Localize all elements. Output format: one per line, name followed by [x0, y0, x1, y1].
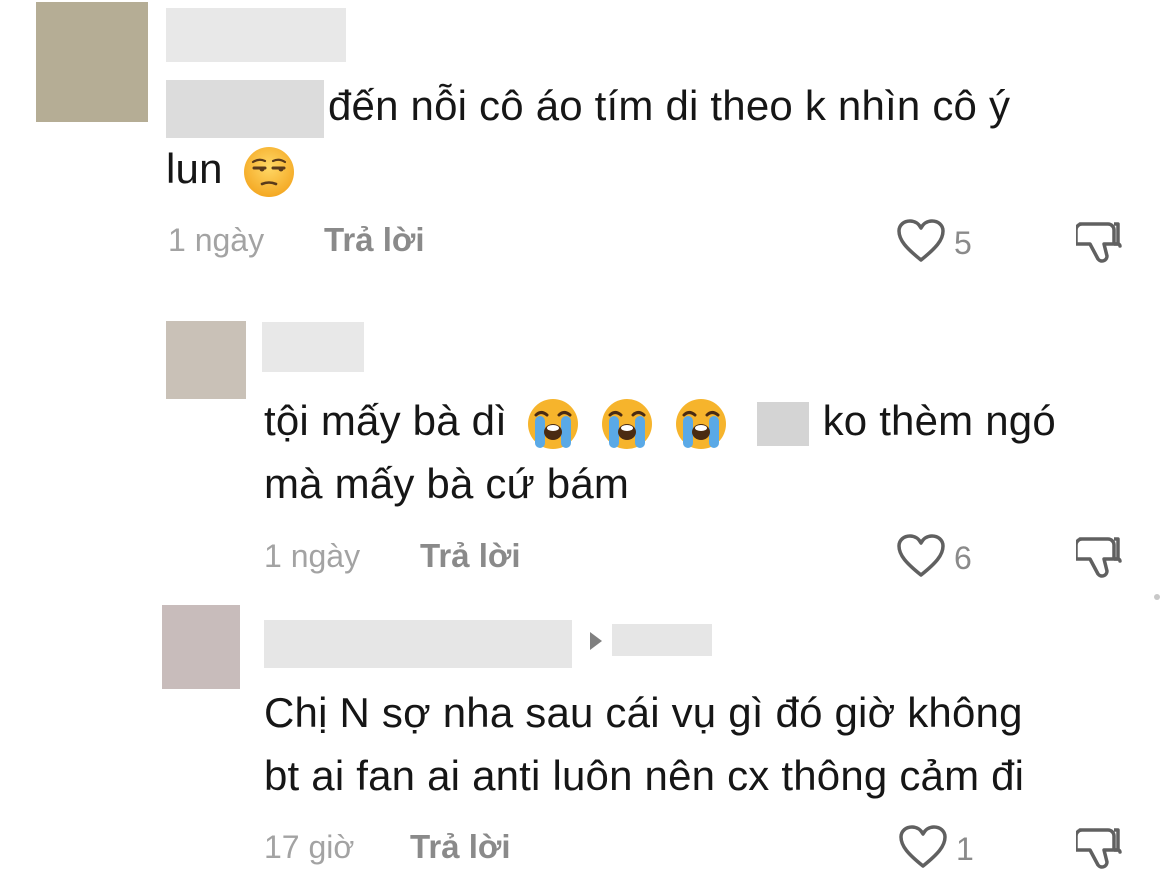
like-count: 5 — [954, 225, 972, 261]
reply-button[interactable]: Trả lời — [410, 828, 511, 866]
comment-text: tội mấy bà dì ko thèm ngó mà mấy bà cứ b… — [264, 389, 1056, 515]
comment-text-line2: lun — [166, 145, 223, 192]
comment-text-line1-start: tội mấy bà dì — [264, 397, 508, 444]
thumbs-down-icon — [1074, 222, 1122, 270]
mention-redacted — [166, 79, 324, 138]
heart-icon — [896, 218, 946, 269]
comment-time: 1 ngày — [264, 538, 361, 574]
reply-button[interactable]: Trả lời — [324, 221, 425, 259]
loudly-crying-face-emoji — [675, 398, 727, 450]
username-redacted[interactable] — [264, 620, 572, 668]
like-button[interactable]: 1 — [898, 824, 974, 875]
comment-text-line1: Chị N sợ nha sau cái vụ gì đó giờ không — [264, 689, 1023, 736]
thumbs-down-icon — [1074, 537, 1122, 585]
loudly-crying-face-emoji — [601, 398, 653, 450]
dislike-button[interactable] — [1074, 218, 1122, 271]
scroll-indicator — [1154, 594, 1160, 600]
avatar[interactable] — [166, 321, 246, 399]
dislike-button[interactable] — [1074, 824, 1122, 877]
dislike-button[interactable] — [1074, 533, 1122, 586]
comment-text: đến nỗi cô áo tím di theo k nhìn cô ý lu… — [166, 74, 1010, 200]
comment-time: 1 ngày — [168, 222, 265, 258]
comment-text-line2: mà mấy bà cứ bám — [264, 460, 630, 507]
heart-icon — [896, 533, 946, 584]
loudly-crying-face-emoji — [527, 398, 579, 450]
username-redacted[interactable] — [262, 322, 364, 372]
comment-text-line1-end: ko thèm ngó — [822, 397, 1056, 444]
comment-text-line1: đến nỗi cô áo tím di theo k nhìn cô ý — [328, 82, 1011, 129]
like-count: 1 — [956, 831, 974, 867]
avatar[interactable] — [162, 605, 240, 689]
like-button[interactable]: 6 — [896, 533, 972, 584]
comment-text-line2: bt ai fan ai anti luôn nên cx thông cảm … — [264, 752, 1025, 799]
unamused-face-emoji — [243, 146, 295, 198]
avatar[interactable] — [36, 2, 148, 122]
comment-text: Chị N sợ nha sau cái vụ gì đó giờ không … — [264, 681, 1024, 807]
reply-to-arrow-icon — [590, 632, 602, 650]
heart-icon — [898, 824, 948, 875]
mention-redacted — [756, 401, 809, 446]
like-count: 6 — [954, 540, 972, 576]
comment-time: 17 giờ — [264, 829, 355, 865]
thumbs-down-icon — [1074, 828, 1122, 876]
reply-button[interactable]: Trả lời — [420, 537, 521, 575]
reply-target-redacted[interactable] — [612, 624, 712, 656]
like-button[interactable]: 5 — [896, 218, 972, 269]
username-redacted[interactable] — [166, 8, 346, 62]
